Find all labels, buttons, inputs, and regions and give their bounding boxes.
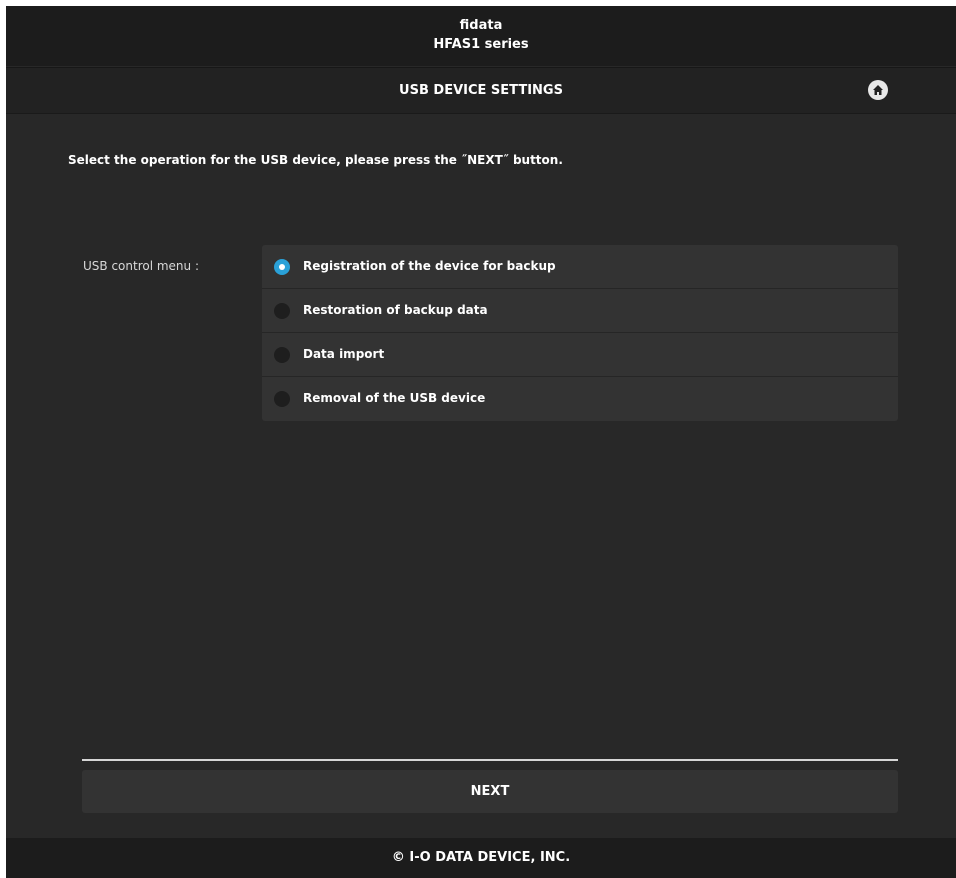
option-registration[interactable]: Registration of the device for backup [262,245,898,289]
home-icon [873,85,883,95]
divider [82,759,898,761]
option-data-import[interactable]: Data import [262,333,898,377]
option-label: Restoration of backup data [303,303,488,317]
page-title: USB DEVICE SETTINGS [399,83,563,98]
option-label: Removal of the USB device [303,391,486,405]
usb-control-options: Registration of the device for backup Re… [262,245,898,421]
home-button[interactable] [868,80,888,100]
title-bar: USB DEVICE SETTINGS [6,67,956,114]
option-label: Data import [303,347,385,361]
brand-name: fidata [459,18,503,33]
option-restoration[interactable]: Restoration of backup data [262,289,898,333]
option-removal[interactable]: Removal of the USB device [262,377,898,421]
brand-series: HFAS1 series [433,37,529,52]
next-button[interactable]: NEXT [82,770,898,813]
usb-control-menu-label: USB control menu : [83,259,199,273]
radio-removal[interactable] [274,391,290,407]
instruction-text: Select the operation for the USB device,… [68,153,563,167]
app-frame: fidata HFAS1 series USB DEVICE SETTINGS … [6,6,956,878]
radio-registration[interactable] [274,259,290,275]
radio-data-import[interactable] [274,347,290,363]
radio-restoration[interactable] [274,303,290,319]
option-label: Registration of the device for backup [303,259,556,273]
footer-copyright: © I-O DATA DEVICE, INC. [6,838,956,878]
top-header: fidata HFAS1 series [6,6,956,66]
